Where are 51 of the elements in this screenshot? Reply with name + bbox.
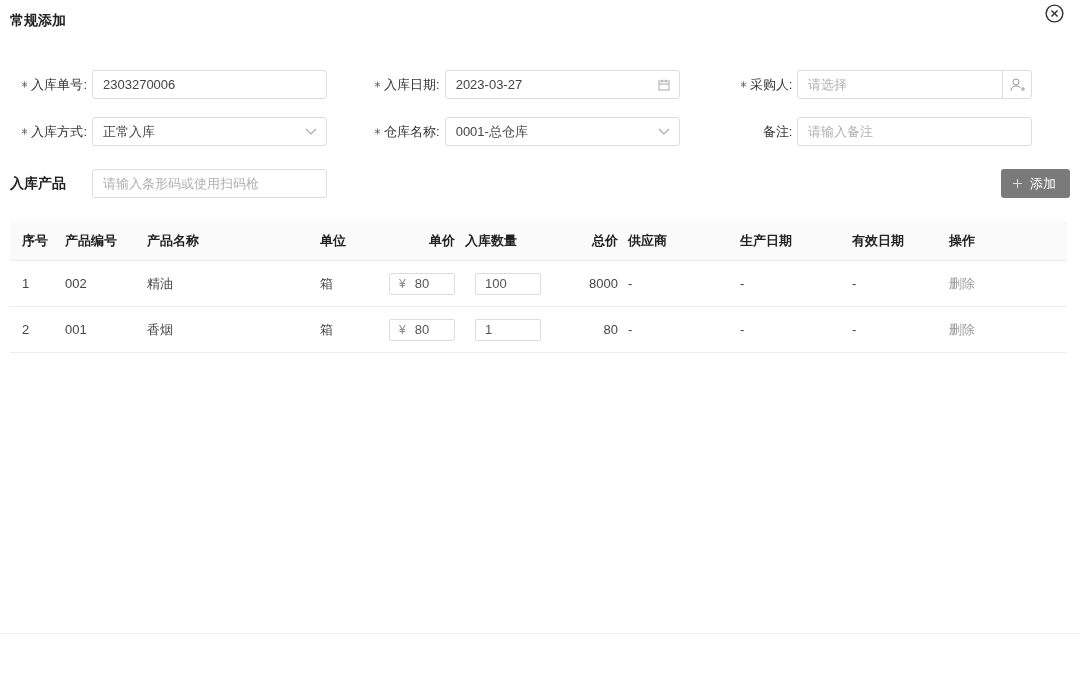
table-cell-text: 8000 (588, 276, 619, 291)
table-cell-text: - (628, 322, 634, 337)
column-header: 操作 (949, 231, 976, 250)
user-add-icon (1009, 77, 1025, 92)
input-field[interactable]: 2303270006 (92, 70, 327, 99)
column-header: 总价 (590, 231, 619, 250)
table-cell-text: 001 (65, 322, 88, 337)
close-button[interactable] (1045, 4, 1065, 24)
field-label: 仓库名称: (384, 122, 440, 141)
dialog-title: 常规添加 (10, 12, 66, 30)
field-label: 入库方式: (31, 122, 87, 141)
table-cell-text: - (628, 276, 634, 291)
quantity-input[interactable]: 100 (475, 272, 541, 295)
table-cell-text: 1 (21, 276, 31, 291)
column-header: 单价 (428, 231, 456, 250)
column-header: 有效日期 (852, 231, 905, 250)
column-header: 生产日期 (740, 231, 793, 250)
table-cell-text: - (740, 322, 746, 337)
chevron-down-icon (657, 128, 670, 135)
table-cell-text: 精油 (147, 274, 174, 293)
date-field[interactable]: 2023-03-27 (444, 70, 680, 99)
table-cell-text: - (852, 276, 858, 291)
table-cell-text: 箱 (320, 320, 334, 339)
table-cell-text: 80 (602, 322, 619, 337)
table-cell-text: - (740, 276, 746, 291)
table-cell-text: 箱 (320, 274, 334, 293)
field-label: 采购人: (749, 75, 793, 94)
price-input[interactable]: ¥ 80 (389, 272, 455, 295)
column-header: 产品名称 (147, 231, 200, 250)
plus-icon (1013, 179, 1022, 188)
calendar-icon (657, 78, 670, 91)
table-cell-text: 香烟 (147, 320, 174, 339)
section-title: 入库产品 (10, 174, 67, 193)
field-label: 入库日期: (384, 75, 440, 94)
column-header: 单位 (320, 231, 347, 250)
add-button[interactable]: 添加 (1001, 169, 1070, 198)
field-label: 备注: (762, 122, 793, 141)
select-field[interactable]: 正常入库 (92, 117, 327, 146)
chevron-down-icon (305, 128, 317, 135)
column-header: 产品编号 (65, 231, 118, 250)
price-input[interactable]: ¥ 80 (389, 318, 455, 341)
column-header: 入库数量 (465, 231, 518, 250)
close-icon (1045, 4, 1064, 23)
quantity-input[interactable]: 1 (475, 318, 541, 341)
table-cell-text: 002 (65, 276, 88, 291)
column-header: 供应商 (628, 231, 668, 250)
table-cell-text: 2 (21, 322, 31, 337)
select-field[interactable]: 0001-总仓库 (444, 117, 680, 146)
field-label: 入库单号: (31, 75, 87, 94)
table-cell-text: - (852, 322, 858, 337)
column-header: 序号 (21, 231, 49, 250)
